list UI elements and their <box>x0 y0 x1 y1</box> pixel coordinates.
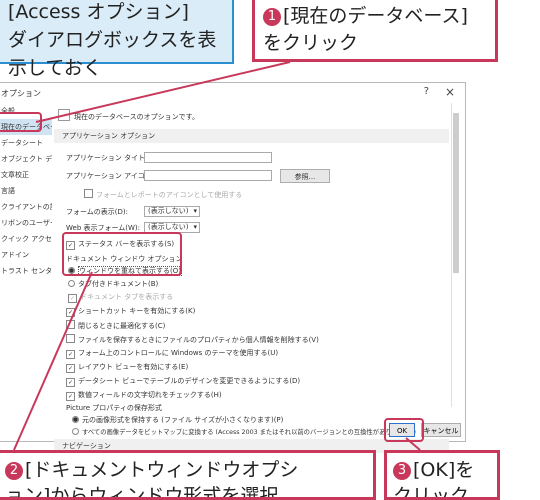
step-number-badge: 3 <box>393 462 411 480</box>
step-number-badge: 2 <box>5 462 23 480</box>
step-3-line-2: クリック <box>393 485 470 500</box>
step-2-line-2: ョン]からウィンドウ形式を選択 <box>5 485 279 500</box>
connector-step-3 <box>405 437 421 451</box>
step-2-line-1: [ドキュメントウィンドウオプシ <box>25 459 299 481</box>
step-3-line-1: [OK]を <box>413 459 475 481</box>
connector-step-1 <box>35 61 291 123</box>
step-3-callout: 3 [OK]を クリック <box>384 450 500 500</box>
callout-connectors <box>13 61 421 451</box>
step-2-callout: 2 [ドキュメントウィンドウオプシ ョン]からウィンドウ形式を選択 <box>0 450 376 500</box>
connector-step-2 <box>13 271 93 451</box>
